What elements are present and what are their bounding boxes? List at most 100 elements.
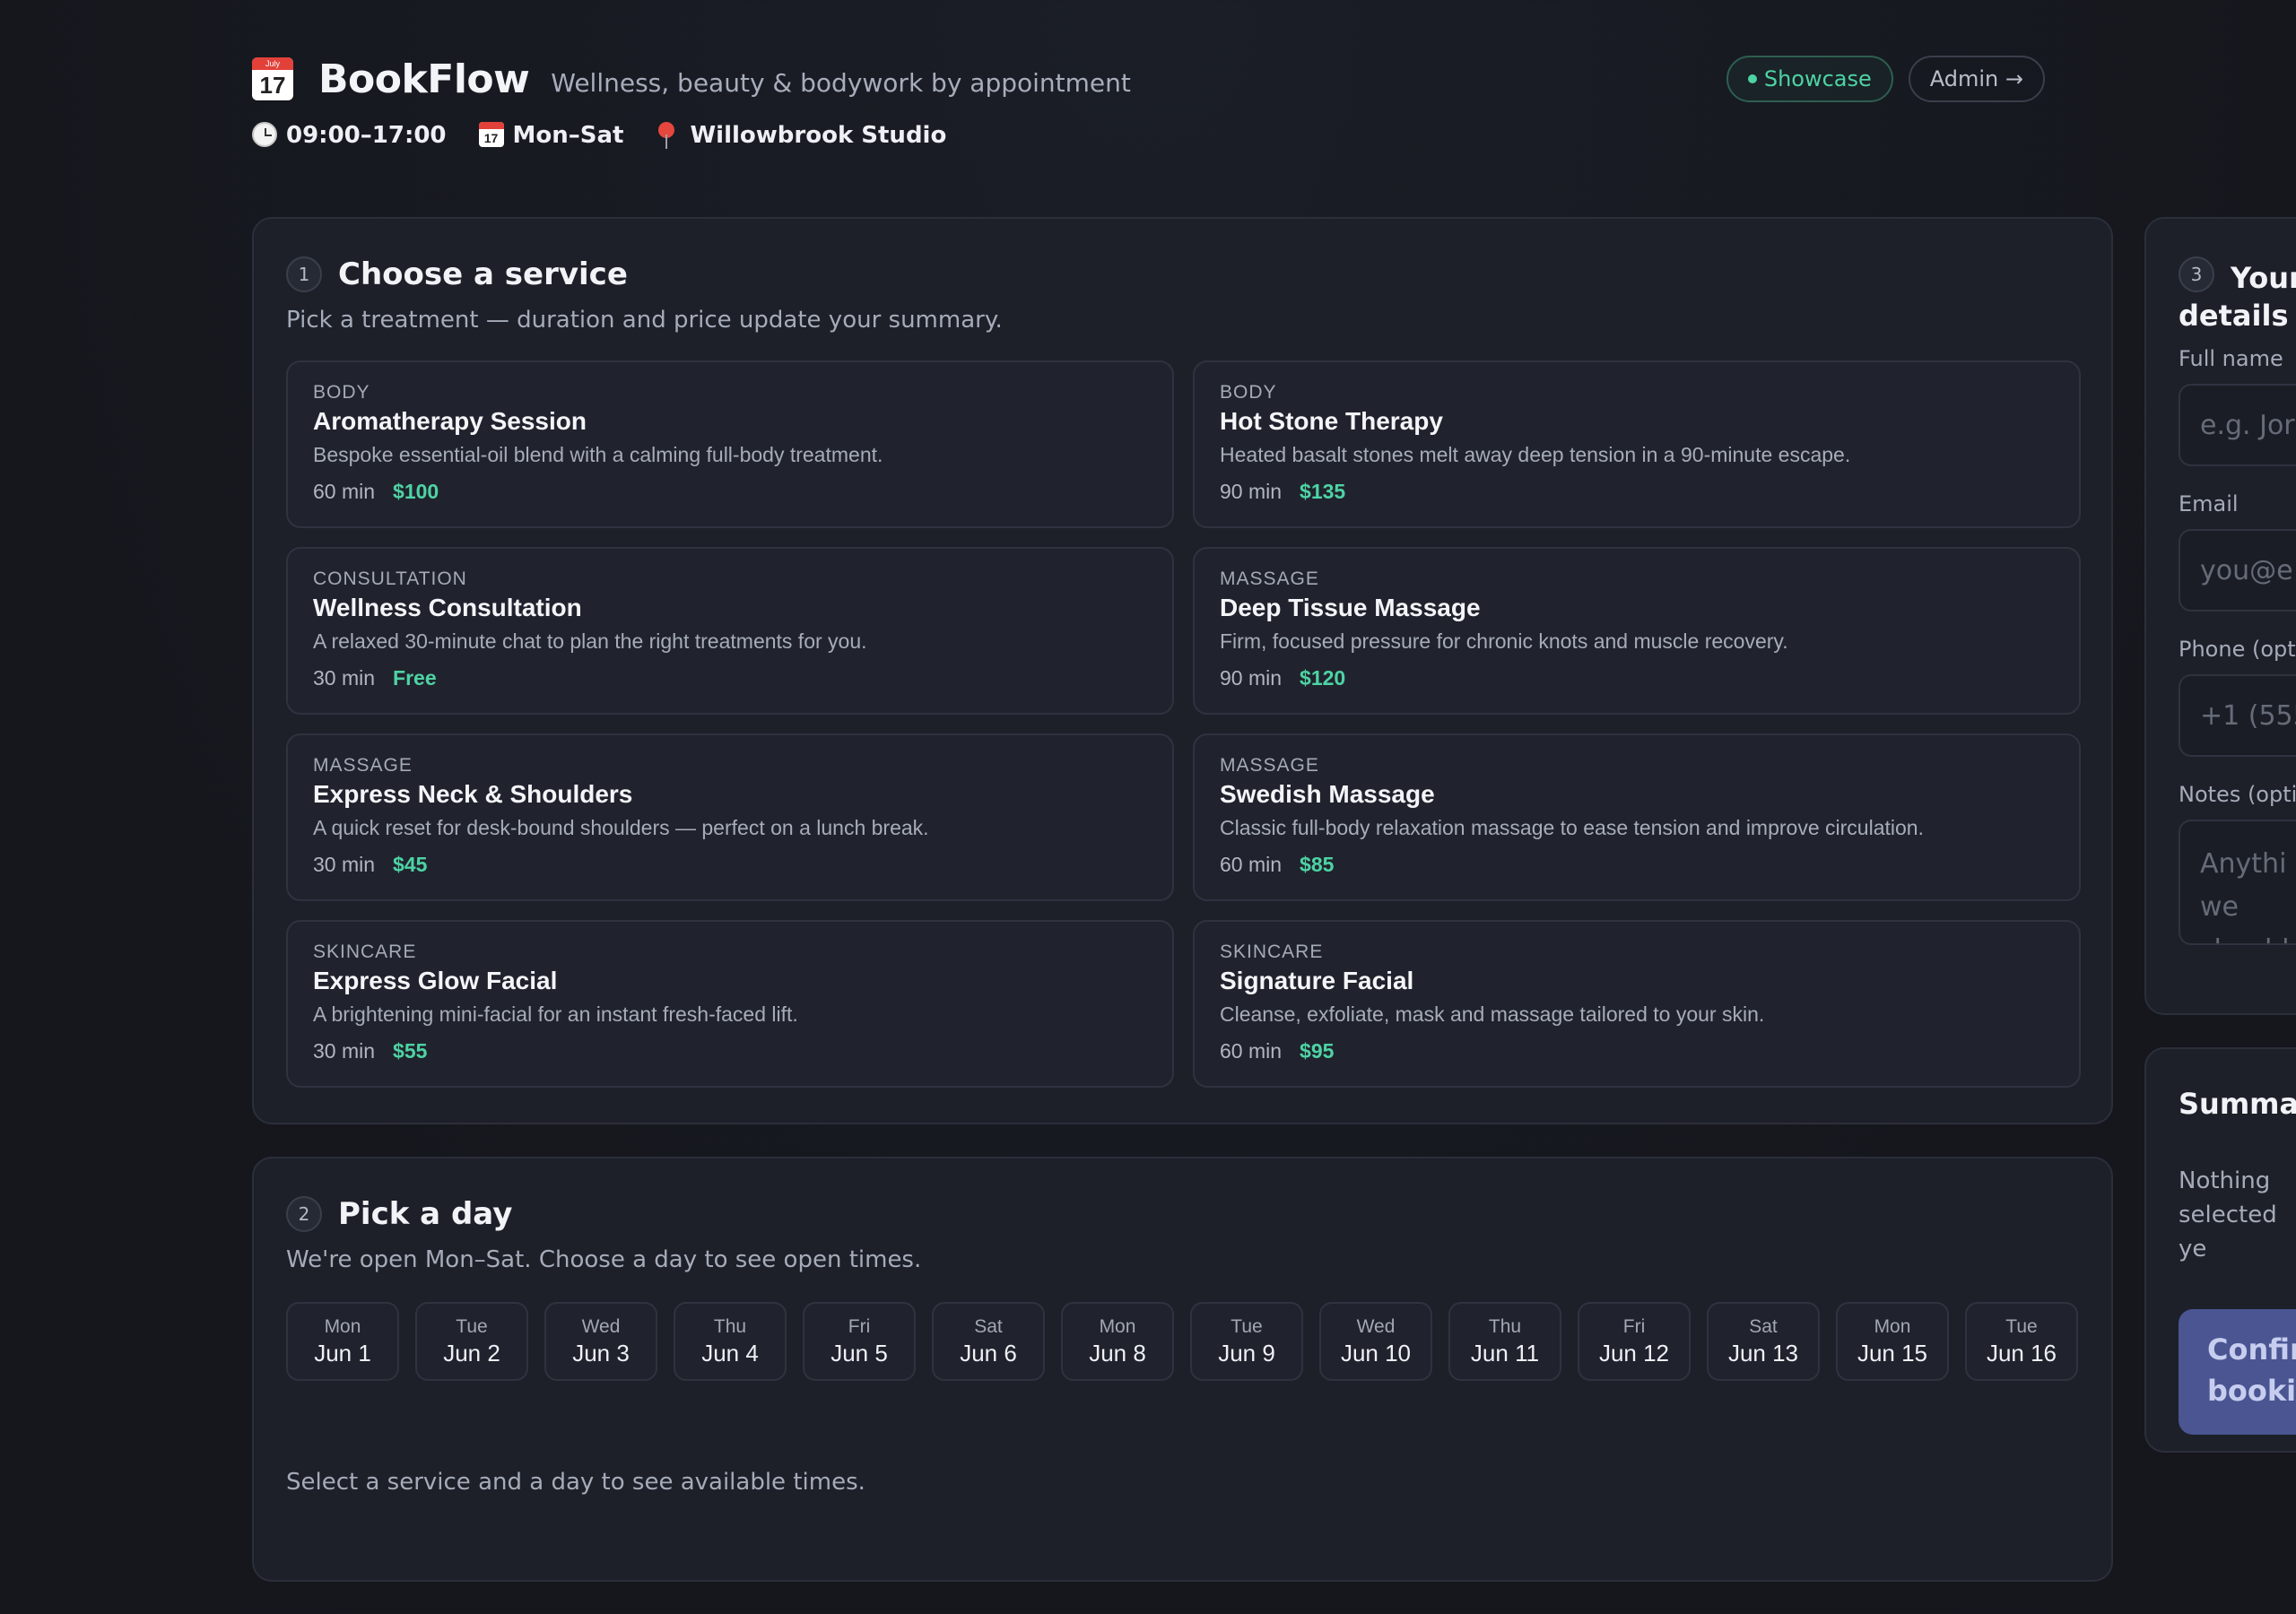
- brand-name[interactable]: BookFlow: [318, 56, 530, 102]
- day-of-week: Sat: [1749, 1316, 1778, 1337]
- email-label: Email: [2179, 491, 2239, 516]
- service-duration: 30 min: [313, 853, 376, 876]
- opening-hours: 09:00–17:00: [252, 122, 447, 149]
- service-category: BODY: [313, 382, 370, 403]
- day-option[interactable]: Wed Jun 10: [1319, 1302, 1432, 1381]
- confirm-booking-label: Confir bookin: [2207, 1332, 2296, 1408]
- day-option[interactable]: Mon Jun 15: [1836, 1302, 1949, 1381]
- day-date: Jun 10: [1340, 1340, 1412, 1367]
- details-step-card: 3 Your details Full name e.g. Jor Email …: [2144, 217, 2296, 1015]
- service-category: MASSAGE: [1220, 755, 1319, 776]
- brand-tagline: Wellness, beauty & bodywork by appointme…: [551, 67, 1131, 98]
- service-description: Heated basalt stones melt away deep tens…: [1220, 443, 1851, 466]
- day-option[interactable]: Tue Jun 2: [415, 1302, 528, 1381]
- step-number-badge: 3: [2179, 256, 2214, 292]
- service-duration: 30 min: [313, 1039, 376, 1063]
- service-category: MASSAGE: [1220, 568, 1319, 589]
- day-date: Jun 5: [831, 1340, 888, 1367]
- admin-button[interactable]: Admin →: [1908, 56, 2045, 102]
- day-of-week: Mon: [1874, 1316, 1911, 1337]
- service-description: Firm, focused pressure for chronic knots…: [1220, 629, 1788, 653]
- service-price: $85: [1300, 853, 1335, 876]
- day-option[interactable]: Fri Jun 12: [1578, 1302, 1691, 1381]
- service-name: Wellness Consultation: [313, 594, 582, 621]
- day-option[interactable]: Mon Jun 8: [1061, 1302, 1174, 1381]
- full-name-placeholder: e.g. Jor: [2200, 409, 2295, 441]
- service-option-signature-facial[interactable]: SKINCARE Signature Facial Cleanse, exfol…: [1193, 920, 2081, 1088]
- day-of-week: Wed: [1356, 1316, 1396, 1337]
- notes-textarea[interactable]: Anythi we should: [2179, 820, 2296, 945]
- day-option[interactable]: Tue Jun 9: [1190, 1302, 1303, 1381]
- day-of-week: Tue: [456, 1316, 488, 1337]
- day-date: Jun 1: [314, 1340, 371, 1367]
- details-step-header: 3 Your: [2179, 256, 2296, 299]
- service-duration: 90 min: [1220, 666, 1283, 690]
- day-option[interactable]: Thu Jun 4: [674, 1302, 787, 1381]
- day-date: Jun 15: [1857, 1340, 1928, 1367]
- service-name: Signature Facial: [1220, 967, 1414, 994]
- service-option-deep-tissue[interactable]: MASSAGE Deep Tissue Massage Firm, focuse…: [1193, 547, 2081, 715]
- day-option[interactable]: Fri Jun 5: [803, 1302, 916, 1381]
- service-step-title: Choose a service: [338, 256, 628, 292]
- notes-placeholder: Anythi we should: [2200, 848, 2289, 943]
- day-picker-strip[interactable]: Mon Jun 1 Tue Jun 2 Wed Jun 3 Thu Jun 4 Fri J…: [286, 1302, 2083, 1381]
- service-description: Cleanse, exfoliate, mask and massage tai…: [1220, 1002, 1765, 1026]
- service-category: SKINCARE: [313, 941, 417, 962]
- service-category: BODY: [1220, 382, 1277, 403]
- service-description: Classic full-body relaxation massage to …: [1220, 816, 1924, 839]
- pin-icon: [656, 122, 683, 149]
- day-of-week: Sat: [974, 1316, 1003, 1337]
- day-date: Jun 16: [1986, 1340, 2057, 1367]
- day-date: Jun 4: [701, 1340, 759, 1367]
- service-duration: 60 min: [313, 480, 376, 503]
- showcase-button[interactable]: Showcase: [1726, 56, 1893, 102]
- service-duration: 60 min: [1220, 853, 1283, 876]
- service-option-swedish[interactable]: MASSAGE Swedish Massage Classic full-bod…: [1193, 733, 2081, 901]
- studio-location-text: Willowbrook Studio: [690, 122, 947, 149]
- service-option-hot-stone[interactable]: BODY Hot Stone Therapy Heated basalt sto…: [1193, 360, 2081, 528]
- day-step-subtitle: We're open Mon–Sat. Choose a day to see …: [286, 1246, 922, 1273]
- phone-label: Phone (opti: [2179, 637, 2296, 662]
- service-name: Swedish Massage: [1220, 780, 1435, 808]
- day-of-week: Thu: [713, 1316, 747, 1337]
- day-of-week: Fri: [848, 1316, 871, 1337]
- service-option-aromatherapy[interactable]: BODY Aromatherapy Session Bespoke essent…: [286, 360, 1174, 528]
- service-price: $45: [393, 853, 428, 876]
- details-step-title-line2: details: [2179, 299, 2289, 333]
- service-option-express-glow[interactable]: SKINCARE Express Glow Facial A brighteni…: [286, 920, 1174, 1088]
- service-name: Aromatherapy Session: [313, 407, 587, 435]
- details-step-title-line1: Your: [2231, 261, 2296, 295]
- day-option[interactable]: Tue Jun 16: [1965, 1302, 2078, 1381]
- phone-input[interactable]: +1 (555: [2179, 674, 2296, 757]
- calendar-icon-month: July: [252, 57, 293, 70]
- opening-days-text: Mon–Sat: [512, 122, 624, 149]
- service-step-header: 1 Choose a service: [286, 256, 2079, 292]
- day-option[interactable]: Wed Jun 3: [544, 1302, 657, 1381]
- day-step-header: 2 Pick a day: [286, 1196, 2079, 1232]
- service-category: MASSAGE: [313, 755, 413, 776]
- day-option[interactable]: Sat Jun 13: [1707, 1302, 1820, 1381]
- day-option[interactable]: Thu Jun 11: [1448, 1302, 1561, 1381]
- email-input[interactable]: you@e: [2179, 529, 2296, 612]
- day-option[interactable]: Mon Jun 1: [286, 1302, 399, 1381]
- calendar-small-icon: 17: [478, 122, 506, 149]
- day-of-week: Mon: [1099, 1316, 1136, 1337]
- service-duration: 60 min: [1220, 1039, 1283, 1063]
- service-price: $120: [1300, 666, 1346, 690]
- day-of-week: Tue: [2005, 1316, 2038, 1337]
- day-option[interactable]: Sat Jun 6: [932, 1302, 1045, 1381]
- calendar-icon-day: 17: [259, 72, 286, 99]
- service-name: Express Glow Facial: [313, 967, 558, 994]
- confirm-booking-button[interactable]: Confir bookin: [2179, 1309, 2296, 1435]
- business-meta: 09:00–17:00 17 Mon–Sat Willowbrook Studi…: [252, 122, 2045, 149]
- service-description: A relaxed 30-minute chat to plan the rig…: [313, 629, 867, 653]
- day-date: Jun 12: [1598, 1340, 1670, 1367]
- service-name: Deep Tissue Massage: [1220, 594, 1481, 621]
- full-name-input[interactable]: e.g. Jor: [2179, 384, 2296, 466]
- calendar-icon: July 17: [252, 57, 293, 100]
- service-option-wellness-consultation[interactable]: CONSULTATION Wellness Consultation A rel…: [286, 547, 1174, 715]
- day-of-week: Thu: [1488, 1316, 1522, 1337]
- service-option-express-neck[interactable]: MASSAGE Express Neck & Shoulders A quick…: [286, 733, 1174, 901]
- service-name: Hot Stone Therapy: [1220, 407, 1443, 435]
- service-price: Free: [393, 666, 437, 690]
